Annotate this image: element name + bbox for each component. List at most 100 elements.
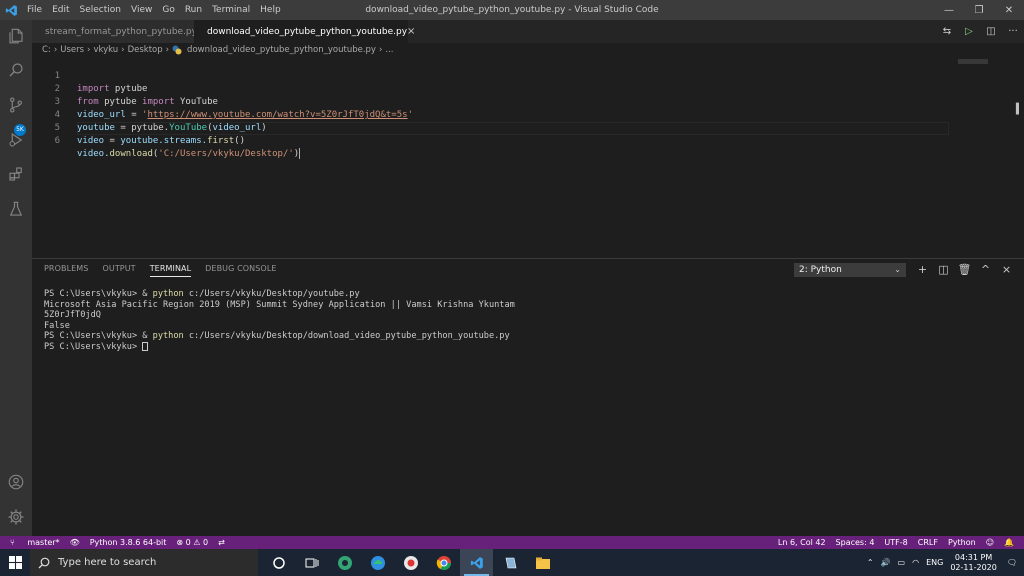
wifi-icon[interactable]: ◠ bbox=[912, 558, 919, 567]
python-file-icon bbox=[172, 45, 182, 55]
text-cursor bbox=[299, 148, 301, 159]
terminal-line: PS C:\Users\vkyku> & python c:/Users/vky… bbox=[44, 289, 360, 299]
menu-help[interactable]: Help bbox=[255, 0, 286, 20]
cortana-icon[interactable] bbox=[262, 549, 295, 576]
git-branch[interactable]: ⑂ master* bbox=[10, 538, 60, 547]
testing-icon[interactable] bbox=[0, 194, 32, 224]
taskbar-search-box[interactable]: Type here to search bbox=[30, 549, 258, 576]
vscode-app-icon[interactable] bbox=[460, 549, 493, 576]
terminal-line: PS C:\Users\vkyku> bbox=[44, 341, 515, 353]
breadcrumb-separator-icon: › bbox=[378, 45, 383, 55]
code-line: 3 video_url = 'https://www.youtube.com/w… bbox=[32, 83, 952, 120]
search-icon[interactable] bbox=[0, 55, 32, 85]
file-explorer-icon[interactable] bbox=[526, 549, 559, 576]
minimap[interactable] bbox=[958, 59, 988, 64]
recorder-app-icon[interactable] bbox=[394, 549, 427, 576]
code-line: 1 import pytube bbox=[32, 57, 952, 94]
code-editor[interactable]: ▌ 1 import pytube 2 from pytube import Y… bbox=[32, 57, 1024, 257]
windows-start-icon[interactable] bbox=[0, 549, 30, 576]
bottom-panel: PROBLEMS OUTPUT TERMINAL DEBUG CONSOLE 2… bbox=[32, 258, 1024, 536]
breadcrumb-item[interactable]: vkyku bbox=[93, 45, 118, 55]
clock-time: 04:31 PM bbox=[954, 552, 993, 562]
vscode-logo-icon bbox=[0, 0, 22, 20]
files-icon[interactable] bbox=[0, 21, 32, 51]
terminal-line: PS C:\Users\vkyku> & python c:/Users/vky… bbox=[44, 331, 510, 342]
problems-count[interactable]: ⊗ 0 ⚠ 0 bbox=[176, 538, 208, 547]
menu-run[interactable]: Run bbox=[180, 0, 207, 20]
breadcrumb: C: › Users › vkyku › Desktop › download_vide… bbox=[32, 43, 393, 57]
terminal-select[interactable]: 2: Python ⌄ bbox=[794, 263, 906, 277]
battery-icon[interactable]: ▭ bbox=[898, 558, 906, 567]
encoding[interactable]: UTF-8 bbox=[884, 538, 907, 547]
terminal-line: 5Z0rJfT0jdQ bbox=[44, 310, 101, 321]
notifications-icon[interactable]: 🔔 bbox=[1004, 538, 1014, 547]
run-file-icon[interactable]: ▷ bbox=[958, 26, 980, 37]
scrollbar-marker: ▌ bbox=[1016, 104, 1023, 115]
window-controls: — ❐ ✕ bbox=[934, 0, 1024, 20]
show-hidden-icons-icon[interactable]: ⌃ bbox=[867, 558, 874, 567]
line-number: 6 bbox=[54, 136, 60, 146]
cursor-position[interactable]: Ln 6, Col 42 bbox=[778, 538, 826, 547]
terminal-line: Microsoft Asia Pacific Region 2019 (MSP)… bbox=[44, 299, 515, 310]
tab-debug-console[interactable]: DEBUG CONSOLE bbox=[205, 264, 276, 277]
source-control-icon[interactable] bbox=[0, 90, 32, 120]
action-center-icon[interactable]: 🗨 bbox=[1007, 558, 1017, 567]
teams-app-icon[interactable] bbox=[328, 549, 361, 576]
settings-gear-icon[interactable] bbox=[0, 502, 32, 532]
breadcrumb-separator-icon: › bbox=[87, 45, 91, 55]
restore-icon[interactable]: ❐ bbox=[964, 0, 994, 20]
editor-tab-bar: stream_format_python_pytube.py download_… bbox=[32, 20, 1024, 43]
maximize-panel-icon[interactable]: ^ bbox=[975, 262, 996, 278]
tab-label: download_video_pytube_python_youtube.py bbox=[207, 26, 408, 37]
close-window-icon[interactable]: ✕ bbox=[994, 0, 1024, 20]
open-changes-icon[interactable]: ⇆ bbox=[936, 26, 958, 37]
terminal-output[interactable]: PS C:\Users\vkyku> & python c:/Users/vky… bbox=[44, 289, 515, 353]
title-bar: File Edit Selection View Go Run Terminal… bbox=[0, 0, 1024, 20]
run-debug-icon[interactable] bbox=[0, 125, 32, 155]
end-of-line[interactable]: CRLF bbox=[918, 538, 938, 547]
python-interpreter[interactable]: Python 3.8.6 64-bit bbox=[90, 538, 167, 547]
indentation[interactable]: Spaces: 4 bbox=[836, 538, 875, 547]
menu-view[interactable]: View bbox=[126, 0, 157, 20]
tab-output[interactable]: OUTPUT bbox=[102, 264, 135, 277]
tab-stream-format[interactable]: stream_format_python_pytube.py bbox=[32, 20, 197, 43]
volume-icon[interactable]: 🔊 bbox=[881, 558, 891, 567]
breadcrumb-item[interactable]: download_video_pytube_python_youtube.py bbox=[187, 45, 376, 55]
menu-terminal[interactable]: Terminal bbox=[207, 0, 255, 20]
breadcrumb-item[interactable]: C: bbox=[42, 45, 51, 55]
close-tab-icon[interactable]: × bbox=[407, 26, 415, 37]
more-actions-icon[interactable]: ··· bbox=[1002, 26, 1024, 37]
breadcrumb-item[interactable]: Desktop bbox=[128, 45, 163, 55]
tab-download-video[interactable]: download_video_pytube_python_youtube.py … bbox=[194, 20, 415, 43]
tab-terminal[interactable]: TERMINAL bbox=[149, 264, 192, 277]
language-mode[interactable]: Python bbox=[948, 538, 976, 547]
live-share-icon[interactable]: 👁 bbox=[70, 538, 80, 547]
clock[interactable]: 04:31 PM 02-11-2020 bbox=[950, 553, 997, 573]
account-icon[interactable] bbox=[0, 467, 32, 497]
menu-file[interactable]: File bbox=[22, 0, 47, 20]
breadcrumb-separator-icon: › bbox=[121, 45, 125, 55]
sync-icon[interactable]: ⇄ bbox=[218, 538, 225, 547]
task-view-icon[interactable] bbox=[295, 549, 328, 576]
breadcrumb-item[interactable]: Users bbox=[60, 45, 84, 55]
menu-selection[interactable]: Selection bbox=[75, 0, 126, 20]
notes-app-icon[interactable] bbox=[493, 549, 526, 576]
split-terminal-icon[interactable]: ◫ bbox=[933, 262, 954, 278]
language-indicator[interactable]: ENG bbox=[926, 558, 943, 567]
panel-actions: + ◫ 🗑 ^ × bbox=[912, 262, 1017, 278]
new-terminal-icon[interactable]: + bbox=[912, 262, 933, 278]
breadcrumb-item[interactable]: ... bbox=[385, 45, 393, 55]
split-editor-icon[interactable]: ◫ bbox=[980, 26, 1002, 37]
trash-icon[interactable]: 🗑 bbox=[954, 262, 975, 278]
system-tray: ⌃ 🔊 ▭ ◠ ENG 04:31 PM 02-11-2020 🗨 bbox=[867, 549, 1024, 576]
minimize-icon[interactable]: — bbox=[934, 0, 964, 20]
extensions-icon[interactable] bbox=[0, 159, 32, 189]
tab-problems[interactable]: PROBLEMS bbox=[44, 264, 88, 277]
menu-edit[interactable]: Edit bbox=[47, 0, 74, 20]
edge-browser-icon[interactable] bbox=[361, 549, 394, 576]
activity-bar: 5K bbox=[0, 20, 32, 536]
feedback-icon[interactable]: ☺ bbox=[986, 538, 994, 547]
close-panel-icon[interactable]: × bbox=[996, 262, 1017, 278]
menu-go[interactable]: Go bbox=[157, 0, 179, 20]
chrome-browser-icon[interactable] bbox=[427, 549, 460, 576]
